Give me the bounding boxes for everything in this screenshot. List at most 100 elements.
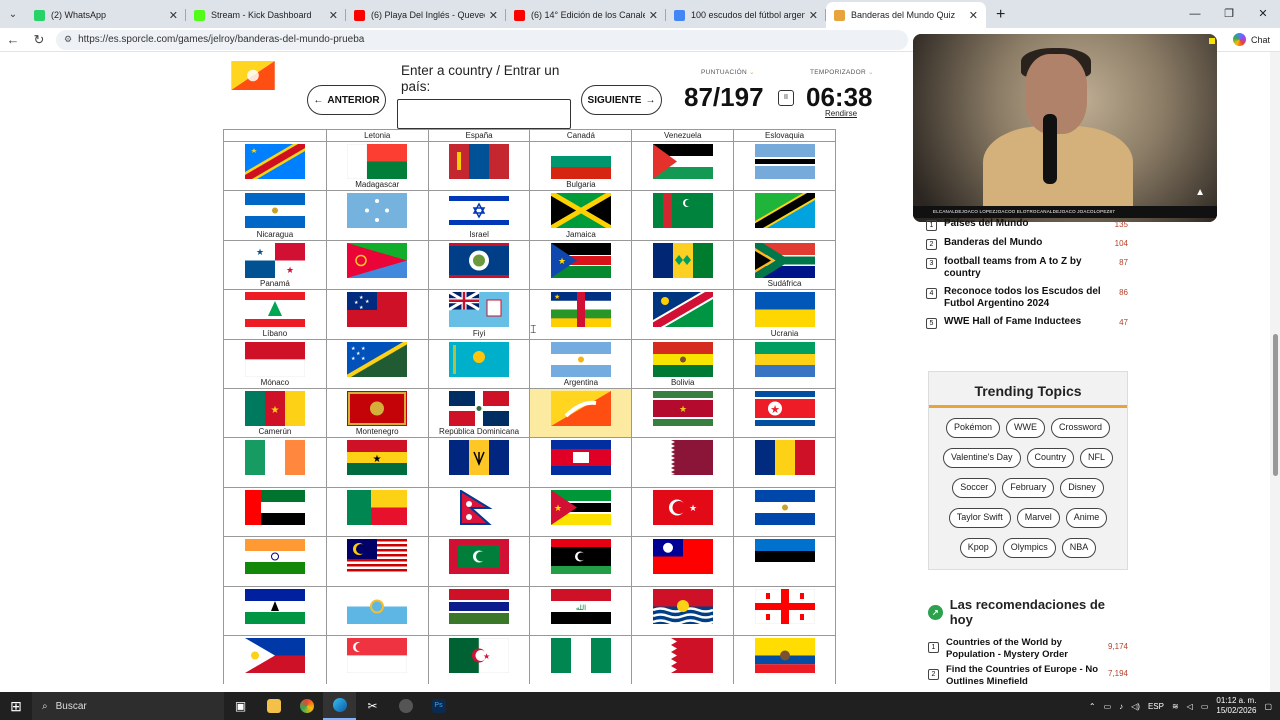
battery-icon[interactable]: ▭	[1201, 702, 1209, 711]
close-tab-icon[interactable]: ✕	[169, 9, 178, 22]
country-name: República Dominicana	[439, 427, 520, 437]
task-view-icon[interactable]: ▣	[224, 692, 257, 720]
topic-tag[interactable]: Taylor Swift	[948, 508, 1011, 528]
topic-tag[interactable]: NBA	[1061, 538, 1097, 558]
close-tab-icon[interactable]: ✕	[969, 9, 978, 22]
flag-cell	[529, 438, 631, 487]
volume-icon[interactable]: ◁)	[1131, 702, 1140, 711]
topic-tag[interactable]: Soccer	[952, 478, 997, 498]
flag-cell	[427, 142, 530, 191]
flag-cell: Fiyi	[427, 290, 530, 339]
close-tab-icon[interactable]: ✕	[809, 9, 818, 22]
flag-cell	[224, 438, 326, 486]
pause-icon[interactable]: II	[778, 90, 794, 106]
play-count: 135	[1114, 220, 1128, 229]
language-indicator[interactable]: ESP	[1148, 702, 1164, 711]
windows-start-icon[interactable]: ⊞	[0, 698, 32, 715]
flag-san_marino	[347, 588, 408, 624]
chrome-icon[interactable]	[290, 692, 323, 720]
flag-cell	[224, 142, 326, 190]
topic-tag[interactable]: Kpop	[959, 538, 997, 558]
flag-cell	[325, 240, 428, 290]
chevron-up-icon[interactable]: ⌃	[1089, 702, 1096, 711]
edge-icon[interactable]	[323, 692, 356, 720]
close-tab-icon[interactable]: ✕	[329, 9, 338, 22]
flag-iraq: الله	[550, 588, 611, 624]
flag-cell: ★ ★ Panamá	[224, 241, 326, 289]
maximize-button[interactable]: ❐	[1212, 0, 1246, 28]
topic-tag[interactable]: NFL	[1080, 448, 1114, 468]
flag-cell	[631, 635, 733, 685]
topic-tag[interactable]: Country	[1026, 448, 1075, 468]
tab-2[interactable]: Stream - Kick Dashboard ✕	[186, 2, 346, 28]
topic-tag[interactable]: Anime	[1065, 508, 1108, 528]
recommendation-item[interactable]: 2 Find the Countries of Europe - No Outli…	[928, 664, 1128, 688]
tab-search-menu[interactable]: ⌄	[0, 0, 26, 28]
network-icon[interactable]: ▭	[1104, 702, 1112, 711]
recommendation-item[interactable]: 1 Countries of the World by Population - …	[928, 637, 1128, 661]
give-up-link[interactable]: Rendirse	[825, 109, 857, 118]
photoshop-icon[interactable]: Ps	[422, 692, 455, 720]
rank-number: 2	[926, 239, 937, 250]
topic-tag[interactable]: Crossword	[1051, 418, 1111, 438]
chat-button[interactable]: Chat	[1232, 33, 1270, 46]
flag-mongolia	[449, 144, 510, 179]
topic-tag[interactable]: February	[1002, 478, 1055, 498]
close-tab-icon[interactable]: ✕	[649, 9, 658, 22]
rank-number: 4	[926, 288, 937, 299]
back-icon[interactable]: ←	[0, 32, 26, 47]
wifi-icon[interactable]: ≋	[1172, 702, 1179, 711]
popular-quiz-item[interactable]: 3 football teams from A to Z by country 87	[926, 256, 1128, 280]
flag-car: ★	[550, 292, 611, 328]
new-tab-button[interactable]: +	[986, 2, 1015, 28]
minimize-button[interactable]: —	[1178, 0, 1212, 28]
tab-3[interactable]: (6) Playa Del Inglés - Quevedo ✕	[346, 2, 506, 28]
flag-cell	[224, 537, 326, 585]
taskbar-search[interactable]: ⌕ Buscar	[32, 692, 224, 720]
scrollbar[interactable]	[1270, 52, 1280, 692]
site-info-icon[interactable]: ⚙	[64, 34, 72, 45]
flag-south_sudan: ★	[550, 242, 611, 278]
country-name: Líbano	[262, 328, 288, 338]
speaker-icon[interactable]: ◁	[1187, 702, 1193, 711]
trending-title: Trending Topics	[929, 372, 1127, 408]
obs-icon[interactable]	[389, 692, 422, 720]
country-input[interactable]	[397, 99, 571, 129]
tab-1[interactable]: (2) WhatsApp ✕	[26, 2, 186, 28]
flag-south_africa	[754, 242, 815, 278]
clock[interactable]: 01:12 a. m. 15/02/2026	[1216, 696, 1256, 716]
topic-tag[interactable]: WWE	[1006, 418, 1045, 438]
recs-title: Las recomendaciones de hoy	[949, 597, 1106, 627]
popular-quiz-item[interactable]: 2 Banderas del Mundo 104	[926, 237, 1128, 250]
country-name: Mónaco	[260, 377, 290, 387]
flag-gambia	[449, 588, 510, 624]
flag-row: Mónaco ★ ★ ★ ★ ★ Argentina Bolivia	[224, 338, 835, 388]
popular-quiz-item[interactable]: 5 WWE Hall of Fame Inductees 47	[926, 316, 1128, 329]
popular-quiz-item[interactable]: 1 Países del Mundo 135	[926, 218, 1128, 231]
previous-button[interactable]: ← ANTERIOR	[307, 85, 386, 115]
tab-4[interactable]: (6) 14° Edición de los Canales ✕	[506, 2, 666, 28]
file-explorer-icon[interactable]	[257, 692, 290, 720]
tab-5[interactable]: 100 escudos del fútbol argentino ✕	[666, 2, 826, 28]
url-field[interactable]: ⚙ https://es.sporcle.com/games/jelroy/ban…	[56, 29, 908, 50]
next-label: SIGUIENTE	[587, 94, 642, 106]
topic-tag[interactable]: Olympics	[1002, 538, 1056, 558]
topic-tag[interactable]: Pokémon	[945, 418, 1000, 438]
flag-nigeria	[550, 637, 611, 673]
reload-icon[interactable]: ↻	[26, 32, 52, 48]
close-window-button[interactable]: ✕	[1246, 0, 1280, 28]
close-tab-icon[interactable]: ✕	[489, 9, 498, 22]
flag-cell: Montenegro	[325, 388, 428, 438]
tab-6[interactable]: Banderas del Mundo Quiz ✕	[826, 2, 986, 28]
microphone-tray-icon[interactable]: ♪	[1119, 702, 1123, 711]
notifications-icon[interactable]: ▢	[1264, 702, 1272, 711]
flag-cell	[427, 537, 530, 586]
topic-tag[interactable]: Disney	[1060, 478, 1104, 498]
next-button[interactable]: SIGUIENTE →	[581, 85, 662, 115]
topic-tag[interactable]: Marvel	[1016, 508, 1060, 528]
copilot-icon	[1232, 33, 1246, 46]
capcut-icon[interactable]: ✂	[356, 692, 389, 720]
popular-quiz-item[interactable]: 4 Reconoce todos los Escudos del Futbol A…	[926, 286, 1128, 310]
flag-uae	[244, 489, 305, 525]
topic-tag[interactable]: Valentine's Day	[942, 448, 1021, 468]
